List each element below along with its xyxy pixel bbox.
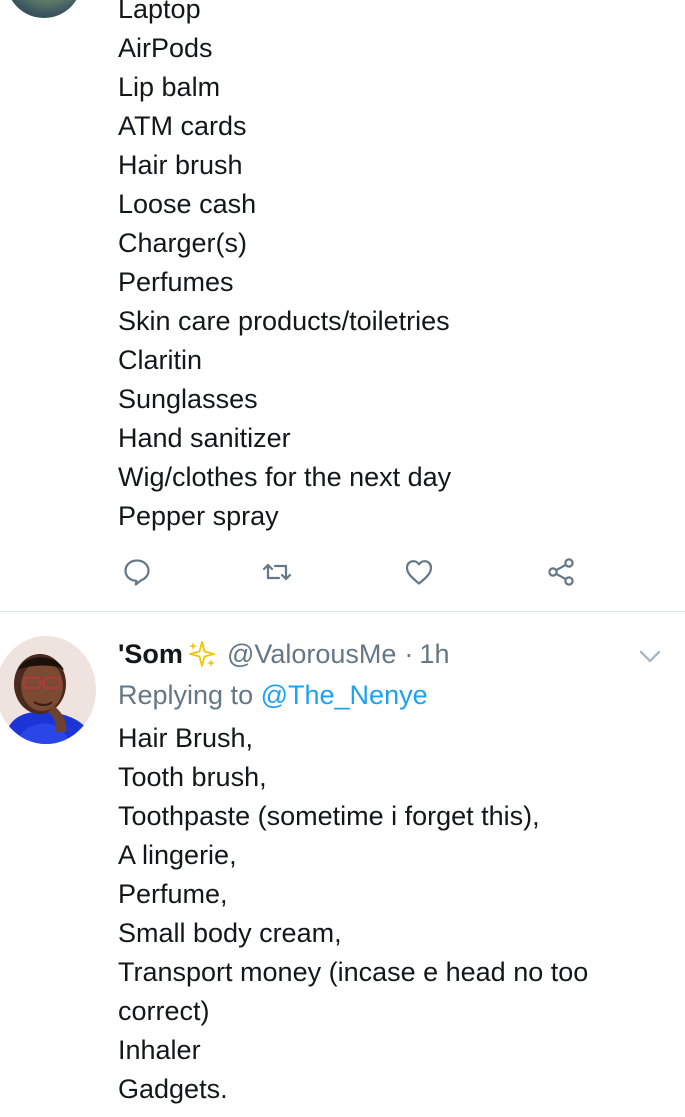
- heart-icon: [405, 560, 433, 585]
- separator-dot: ·: [404, 638, 414, 669]
- list-item: Perfumes: [118, 267, 234, 297]
- list-item: Gadgets.: [118, 1074, 228, 1104]
- list-item: Perfume,: [118, 879, 228, 909]
- list-item: Claritin: [118, 345, 203, 375]
- like-button[interactable]: [400, 553, 438, 591]
- list-item: Hair brush: [118, 150, 243, 180]
- list-item: Loose cash: [118, 189, 257, 219]
- list-item: Wig/clothes for the next day: [118, 462, 452, 492]
- speech-bubble-icon: [124, 559, 150, 586]
- list-item: Charger(s): [118, 228, 248, 258]
- display-name[interactable]: 'Som: [118, 639, 183, 670]
- replying-prefix: Replying to: [118, 680, 254, 710]
- list-item: A lingerie,: [118, 840, 237, 870]
- retweet-icon: [262, 563, 292, 581]
- list-item: Transport money (incase e head no too: [118, 957, 589, 987]
- list-item: ATM cards: [118, 111, 247, 141]
- list-item: AirPods: [118, 33, 213, 63]
- list-item: Laptop: [118, 0, 201, 24]
- reply-button[interactable]: [118, 553, 156, 591]
- tweet-text: Laptop AirPods Lip balm ATM cards Hair b…: [118, 0, 451, 536]
- list-item: Sunglasses: [118, 384, 258, 414]
- sparkles-icon: [188, 641, 215, 667]
- chevron-down-icon[interactable]: [636, 642, 664, 670]
- avatar[interactable]: [6, 0, 82, 18]
- list-item: Small body cream,: [118, 918, 342, 948]
- list-item: Pepper spray: [118, 501, 279, 531]
- tweet-previous[interactable]: Laptop AirPods Lip balm ATM cards Hair b…: [0, 0, 685, 612]
- replying-to: Replying to @The_Nenye: [118, 675, 428, 715]
- list-item: Hair Brush,: [118, 723, 254, 753]
- list-item: Tooth brush,: [118, 762, 267, 792]
- retweet-button[interactable]: [258, 553, 296, 591]
- avatar[interactable]: [0, 636, 96, 744]
- profile-photo: [0, 636, 96, 744]
- list-item: Inhaler: [118, 1035, 201, 1065]
- user-handle[interactable]: @ValorousMe: [227, 639, 396, 670]
- list-item: Toothpaste (sometime i forget this),: [118, 801, 540, 831]
- list-item: Lip balm: [118, 72, 221, 102]
- list-item: Skin care products/toiletries: [118, 306, 450, 336]
- share-icon: [548, 558, 574, 586]
- tweet-text: Hair Brush, Tooth brush, Toothpaste (som…: [118, 719, 588, 1109]
- list-item: correct): [118, 996, 210, 1026]
- list-item: Hand sanitizer: [118, 423, 291, 453]
- share-button[interactable]: [542, 553, 580, 591]
- timestamp[interactable]: 1h: [419, 639, 449, 670]
- mention-link[interactable]: @The_Nenye: [261, 680, 428, 710]
- tweet-reply[interactable]: 'Som @ValorousMe · 1h Replying to @The_N…: [0, 612, 685, 1117]
- tweet-header: 'Som @ValorousMe · 1h: [118, 634, 449, 674]
- tweet-actions: [118, 553, 588, 591]
